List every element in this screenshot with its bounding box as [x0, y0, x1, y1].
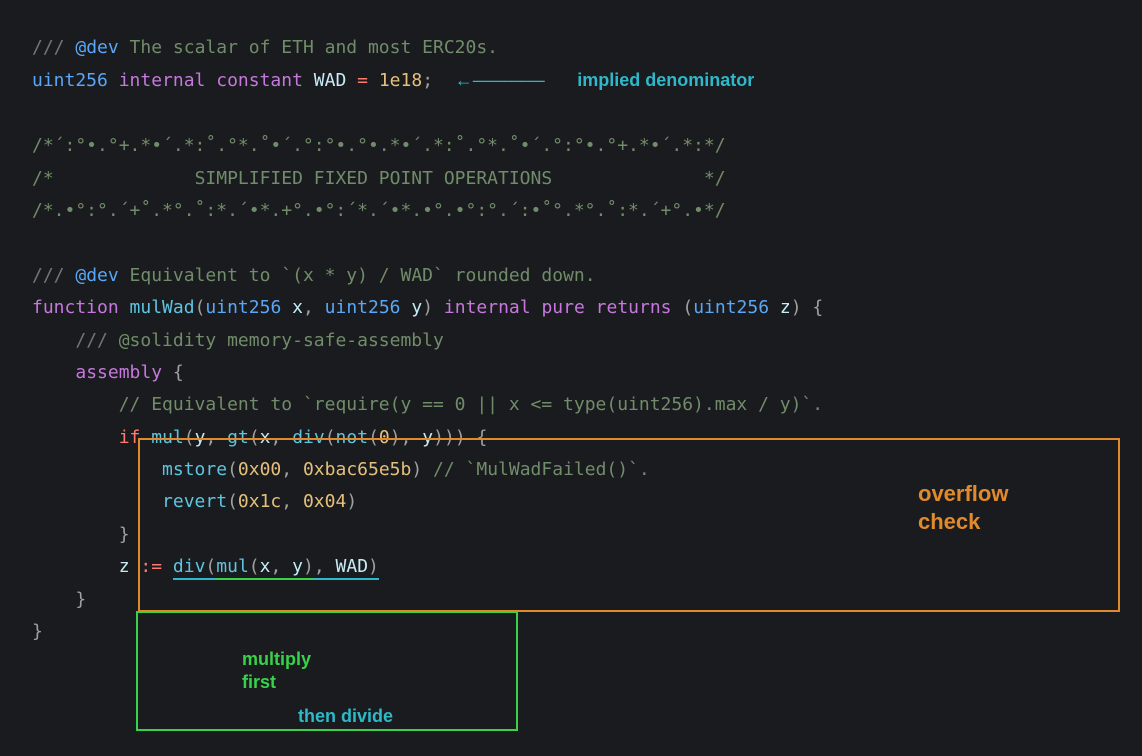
code-line: } [32, 524, 130, 545]
code-line: /// @solidity memory-safe-assembly [32, 330, 444, 351]
banner-line: /* SIMPLIFIED FIXED POINT OPERATIONS */ [32, 168, 726, 189]
annotation-multiply-first: multiply first [242, 648, 311, 693]
annotation-implied-denominator: implied denominator [577, 70, 754, 90]
code-line: } [32, 589, 86, 610]
annotation-overflow-check: overflow check [918, 480, 1008, 535]
code-line: // Equivalent to `require(y == 0 || x <=… [32, 394, 823, 415]
code-line: z := div(mul(x, y), WAD) [32, 556, 379, 580]
arrow-icon: ←———— [455, 70, 545, 90]
div-underline: div [173, 556, 206, 580]
code-line: assembly { [32, 362, 184, 383]
code-line: revert(0x1c, 0x04) [32, 491, 357, 512]
code-line: uint256 internal constant WAD = 1e18; ←—… [32, 70, 754, 91]
mul-underline: mul [216, 556, 249, 580]
annotation-then-divide: then divide [298, 700, 393, 732]
banner-line: /*´:°•.°+.*•´.*:˚.°*.˚•´.°:°•.°•.*•´.*:˚… [32, 135, 726, 156]
code-line: mstore(0x00, 0xbac65e5b) // `MulWadFaile… [32, 459, 650, 480]
banner-line: /*.•°:°.´+˚.*°.˚:*.´•*.+°.•°:´*.´•*.•°.•… [32, 200, 726, 221]
code-line: } [32, 621, 43, 642]
code-line: function mulWad(uint256 x, uint256 y) in… [32, 297, 823, 318]
code-block: /// @dev The scalar of ETH and most ERC2… [32, 32, 823, 648]
code-line: /// @dev The scalar of ETH and most ERC2… [32, 37, 498, 58]
code-line: /// @dev Equivalent to `(x * y) / WAD` r… [32, 265, 596, 286]
code-line: if mul(y, gt(x, div(not(0), y))) { [32, 427, 487, 448]
